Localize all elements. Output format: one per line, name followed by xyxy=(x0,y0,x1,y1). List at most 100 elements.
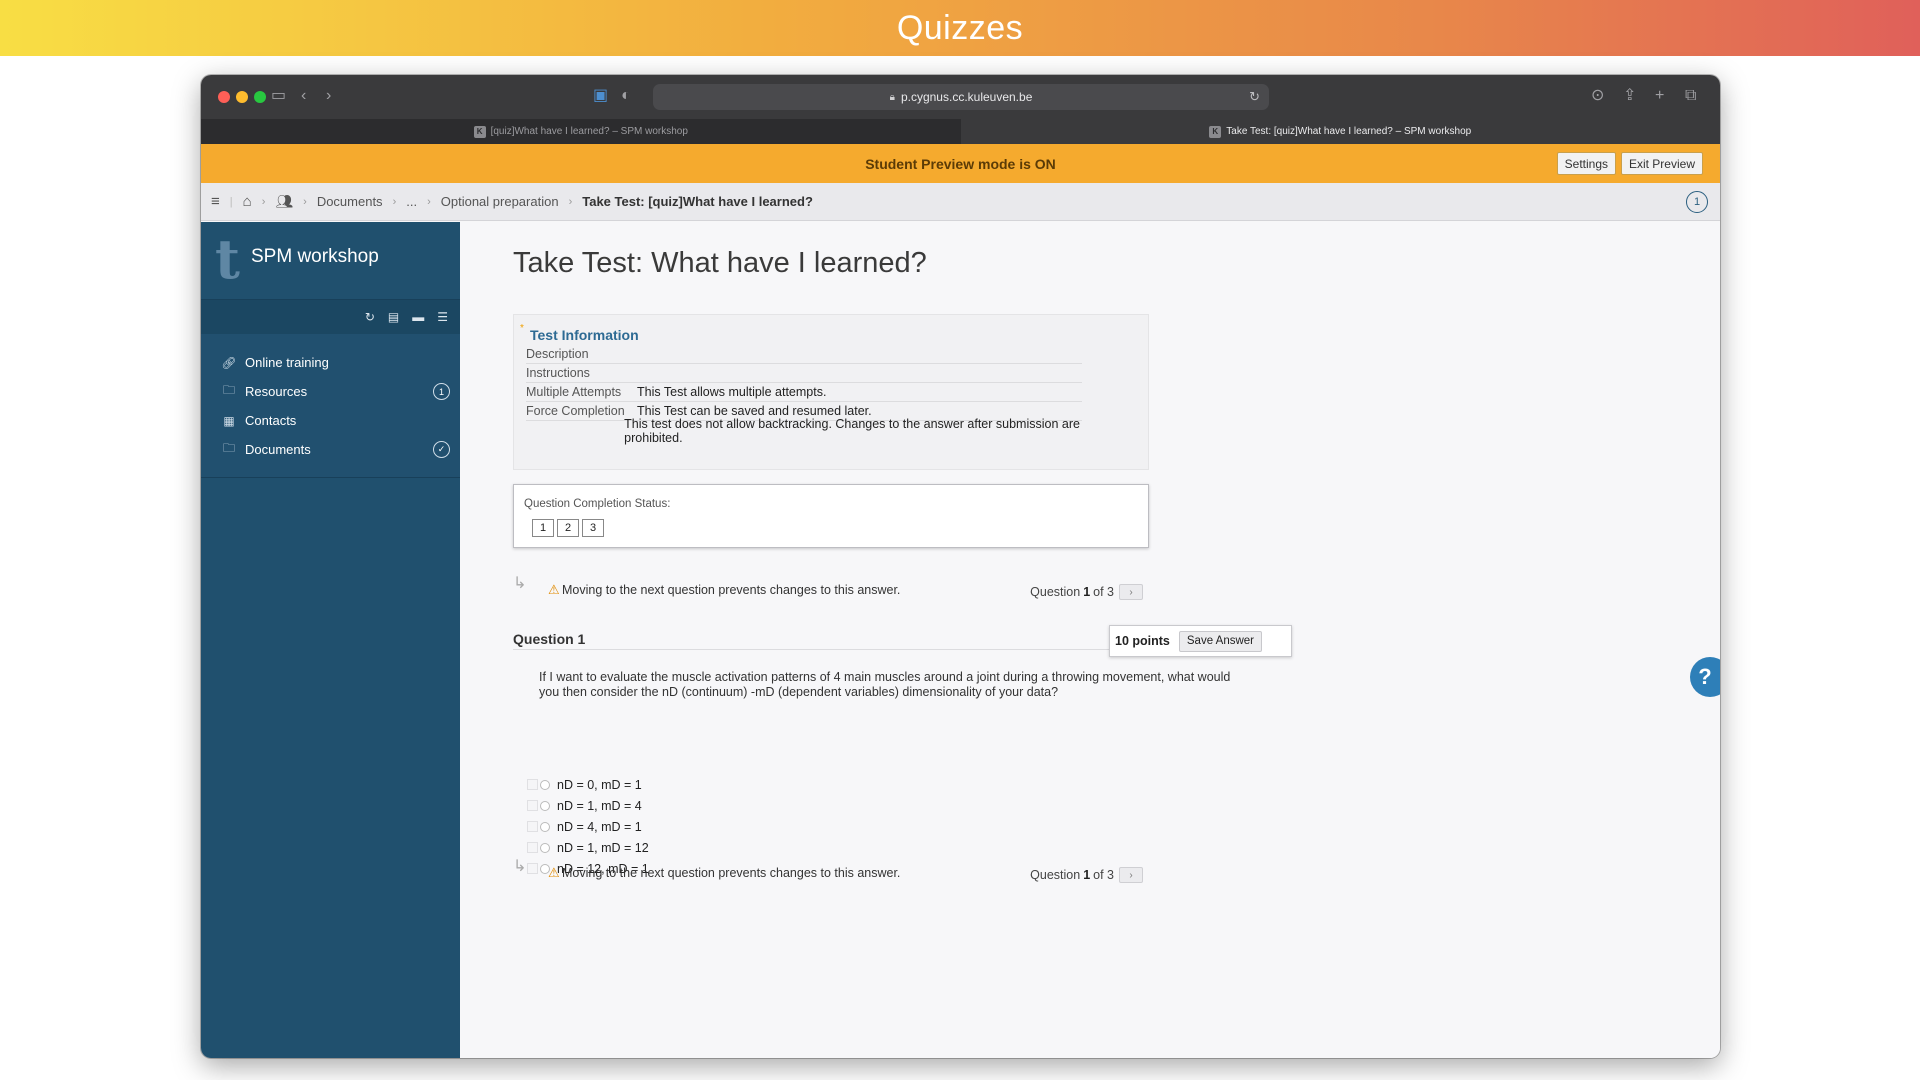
student-preview-banner: Student Preview mode is ON Settings Exit… xyxy=(201,144,1720,183)
answer-checkbox xyxy=(527,842,538,853)
answer-radio[interactable] xyxy=(540,779,550,790)
lock-icon: 🔒︎ xyxy=(889,91,895,103)
collapse-icon[interactable]: * xyxy=(520,323,524,334)
close-window-button[interactable] xyxy=(218,91,230,103)
tab-quiz[interactable]: K [quiz]What have I learned? – SPM works… xyxy=(201,119,961,144)
course-title[interactable]: SPM workshop xyxy=(251,246,379,268)
page-title: Take Test: What have I learned? xyxy=(513,247,927,279)
warning-icon: ⚠ xyxy=(548,865,560,880)
answer-radio[interactable] xyxy=(540,800,550,811)
chevron-right-icon: › xyxy=(392,195,397,208)
question-number-button[interactable]: 3 xyxy=(582,519,604,537)
chevron-right-icon: › xyxy=(303,195,307,208)
answer-radio[interactable] xyxy=(540,842,550,853)
answer-option[interactable]: nD = 0, mD = 1 xyxy=(527,776,642,793)
slide-header: Quizzes xyxy=(0,0,1920,56)
breadcrumb-ellipsis[interactable]: ... xyxy=(406,194,417,209)
answer-label[interactable]: nD = 1, mD = 4 xyxy=(557,799,642,813)
refresh-icon[interactable]: ↻ xyxy=(365,310,375,324)
contact-card-icon: ▦ xyxy=(223,413,235,428)
reload-icon[interactable]: ↻ xyxy=(1249,89,1260,105)
question-completion-status: Question Completion Status: 1 2 3 xyxy=(513,484,1149,548)
answer-checkbox xyxy=(527,779,538,790)
answer-option[interactable]: nD = 1, mD = 4 xyxy=(527,797,642,814)
counter-prefix: Question xyxy=(1030,585,1081,599)
kuleuven-favicon-icon: K xyxy=(473,125,486,138)
counter-current: 1 xyxy=(1083,868,1091,882)
tab-take-test[interactable]: K Take Test: [quiz]What have I learned? … xyxy=(960,119,1720,144)
warning-text: Moving to the next question prevents cha… xyxy=(562,866,901,880)
folder-open-icon[interactable]: ▤ xyxy=(388,310,399,324)
info-value: This test does not allow backtracking. C… xyxy=(624,416,1080,445)
back-arrow-icon[interactable]: ‹ xyxy=(301,86,306,106)
minimize-window-button[interactable] xyxy=(236,91,248,103)
list-icon[interactable]: ☰ xyxy=(437,310,448,324)
address-bar[interactable]: 🔒︎ p.cygnus.cc.kuleuven.be ↻ xyxy=(653,84,1269,110)
extension-icon[interactable]: ▣ xyxy=(593,86,608,106)
answer-label[interactable]: nD = 4, mD = 1 xyxy=(557,820,642,834)
tab-label: Take Test: [quiz]What have I learned? – … xyxy=(1226,126,1472,137)
browser-window: ▭ ‹ › ▣ ◐ 🔒︎ p.cygnus.cc.kuleuven.be ↻ ⊙… xyxy=(201,75,1720,1058)
notification-badge[interactable]: 1 xyxy=(1686,191,1708,213)
question-number-list: 1 2 3 xyxy=(532,519,604,537)
counter-current: 1 xyxy=(1083,585,1091,599)
course-logo-icon: t xyxy=(215,227,240,291)
info-label: Instructions xyxy=(526,366,590,380)
counter-prefix: Question xyxy=(1030,868,1081,882)
answer-option[interactable]: nD = 1, mD = 12 xyxy=(527,839,649,856)
info-row-backtracking: This test does not allow backtracking. C… xyxy=(526,417,1082,445)
new-tab-icon[interactable]: + xyxy=(1655,86,1664,106)
count-badge: 1 xyxy=(433,383,450,400)
question-counter: Question 1 of 3 › xyxy=(1030,867,1143,883)
sidebar-item-documents[interactable]: 🗀︎ Documents ✓ xyxy=(201,435,460,464)
menu-toggle-icon[interactable]: ≡ xyxy=(211,193,220,210)
question-number-button[interactable]: 2 xyxy=(557,519,579,537)
answer-radio[interactable] xyxy=(540,821,550,832)
answer-label[interactable]: nD = 0, mD = 1 xyxy=(557,778,642,792)
info-label: Description xyxy=(526,347,589,361)
breadcrumb-documents[interactable]: Documents xyxy=(317,194,383,209)
help-button[interactable]: ? xyxy=(1690,657,1720,697)
forward-arrow-icon[interactable]: › xyxy=(326,86,331,106)
shield-icon[interactable]: ◐ xyxy=(621,86,631,106)
info-value: This Test allows multiple attempts. xyxy=(637,385,827,399)
home-icon[interactable]: ⌂ xyxy=(243,193,252,210)
warning-text: Moving to the next question prevents cha… xyxy=(562,583,901,597)
share-icon[interactable]: ⇪ xyxy=(1623,86,1636,106)
folder-icon[interactable]: ▬ xyxy=(412,310,424,324)
return-arrow-icon: ↳ xyxy=(513,858,527,875)
completion-status-label[interactable]: Question Completion Status: xyxy=(524,498,670,510)
answer-label[interactable]: nD = 1, mD = 12 xyxy=(557,841,649,855)
points-value: 10 points xyxy=(1115,634,1170,648)
folder-icon: 🗀︎ xyxy=(222,441,235,455)
sidebar-item-resources[interactable]: 🗀︎ Resources 1 xyxy=(201,377,460,406)
tab-bar: K [quiz]What have I learned? – SPM works… xyxy=(201,119,1720,144)
sidebar-toggle-icon[interactable]: ▭ xyxy=(271,86,286,106)
folder-icon: 🗀︎ xyxy=(222,383,235,397)
preview-banner-text: Student Preview mode is ON xyxy=(865,155,1056,172)
download-icon[interactable]: ⊙ xyxy=(1591,86,1604,106)
answer-option[interactable]: nD = 4, mD = 1 xyxy=(527,818,642,835)
question-number-button[interactable]: 1 xyxy=(532,519,554,537)
link-icon: 🔗︎ xyxy=(221,355,237,370)
sidebar-item-label: Contacts xyxy=(245,413,297,428)
next-question-button[interactable]: › xyxy=(1119,584,1143,600)
sidebar-item-label: Documents xyxy=(245,442,311,457)
exit-preview-button[interactable]: Exit Preview xyxy=(1620,152,1703,175)
tab-overview-icon[interactable]: ⧉ xyxy=(1685,86,1696,106)
course-members-icon[interactable]: 👥︎ xyxy=(275,193,293,210)
counter-total: of 3 xyxy=(1093,868,1114,882)
sidebar-item-label: Online training xyxy=(245,355,329,370)
sidebar-item-contacts[interactable]: ▦ Contacts xyxy=(201,406,460,435)
settings-button[interactable]: Settings xyxy=(1556,152,1616,175)
next-question-button[interactable]: › xyxy=(1119,867,1143,883)
save-answer-button[interactable]: Save Answer xyxy=(1178,630,1262,652)
test-information-heading[interactable]: Test Information xyxy=(530,327,639,343)
course-sidebar: t SPM workshop ↻ ▤ ▬ ☰ 🔗︎ Online trainin… xyxy=(201,222,460,1058)
breadcrumb-optional-preparation[interactable]: Optional preparation xyxy=(441,194,559,209)
zoom-window-button[interactable] xyxy=(254,91,266,103)
question-text: If I want to evaluate the muscle activat… xyxy=(539,670,1231,699)
info-label: Multiple Attempts xyxy=(526,385,622,399)
sidebar-item-online-training[interactable]: 🔗︎ Online training xyxy=(201,348,460,377)
tab-label: [quiz]What have I learned? – SPM worksho… xyxy=(490,126,688,137)
